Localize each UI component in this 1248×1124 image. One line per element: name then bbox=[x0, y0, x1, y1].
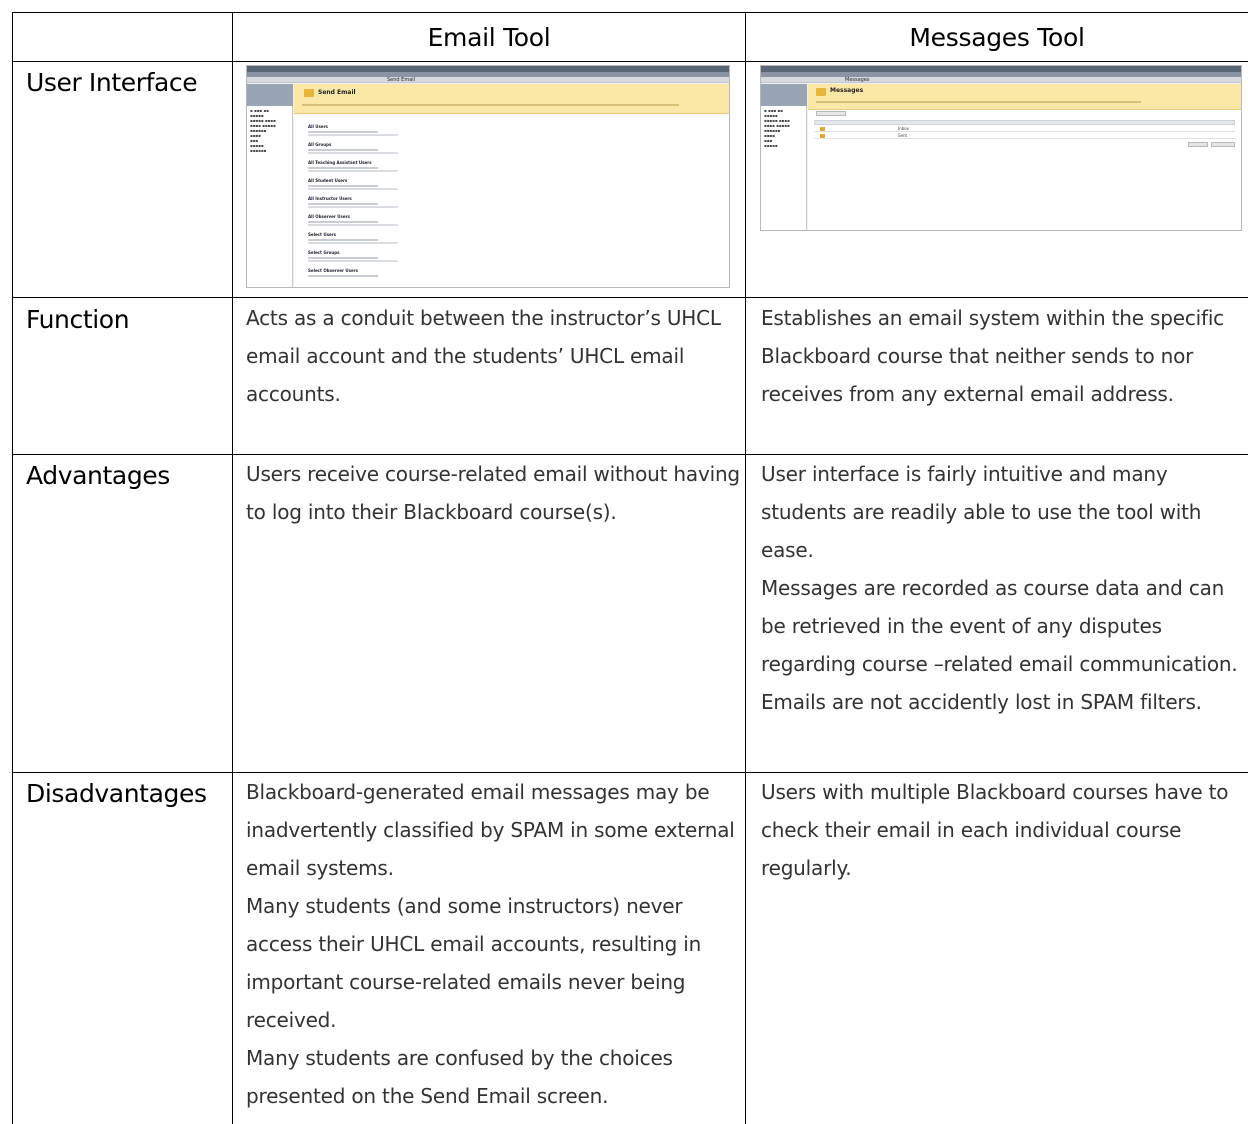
option-label: All Users bbox=[308, 124, 328, 129]
function-email-cell: Acts as a conduit between the instructor… bbox=[246, 299, 742, 453]
option-divider bbox=[308, 206, 398, 208]
header-messages-tool: Messages Tool bbox=[909, 22, 1085, 52]
screenshot-breadcrumb-bar bbox=[761, 77, 1241, 83]
disadvantages-email-text: Many students are confused by the choice… bbox=[246, 1046, 673, 1108]
advantages-messages-cell: User interface is fairly intuitive and m… bbox=[761, 455, 1246, 771]
option-divider bbox=[308, 260, 398, 262]
folder-icon bbox=[304, 89, 314, 97]
option-description bbox=[308, 257, 378, 259]
table-divider-row1 bbox=[12, 297, 1248, 298]
option-description bbox=[308, 149, 378, 151]
folder-name: Inbox bbox=[898, 126, 909, 131]
option-label: Select Groups bbox=[308, 250, 340, 255]
option-description bbox=[308, 221, 378, 223]
row-label-cell-advantages: Advantages bbox=[26, 461, 230, 501]
row-label-function: Function bbox=[26, 305, 130, 334]
row-label-cell-user-interface: User Interface bbox=[26, 68, 230, 108]
header-cell-empty bbox=[13, 13, 232, 61]
function-email-text: Acts as a conduit between the instructor… bbox=[246, 306, 721, 406]
menu-line: ▪▪▪▪▪▪ bbox=[250, 148, 267, 153]
disadvantages-messages-text: Users with multiple Blackboard courses h… bbox=[761, 780, 1229, 880]
option-label: All Instructor Users bbox=[308, 196, 352, 201]
option-divider bbox=[308, 170, 398, 172]
table-divider-col1 bbox=[232, 12, 233, 1124]
option-description bbox=[308, 167, 378, 169]
screenshot-page-instructions bbox=[302, 104, 679, 106]
screenshot-course-menu: ▪ ▪▪▪ ▪▪ ▪▪▪▪▪ ▪▪▪▪▪ ▪▪▪▪ ▪▪▪▪ ▪▪▪▪▪ ▪▪▪… bbox=[761, 84, 807, 230]
table-row: Sent bbox=[814, 133, 1235, 139]
option-divider bbox=[308, 134, 398, 136]
advantages-email-text: Users receive course-related email witho… bbox=[246, 462, 740, 524]
disadvantages-messages-cell: Users with multiple Blackboard courses h… bbox=[761, 773, 1246, 1124]
advantages-email-cell: Users receive course-related email witho… bbox=[246, 455, 742, 771]
option-description bbox=[308, 203, 378, 205]
option-description bbox=[308, 239, 378, 241]
screenshot-page-header: Send Email bbox=[294, 84, 729, 114]
advantages-messages-text: Messages are recorded as course data and… bbox=[761, 576, 1238, 676]
table-divider-header bbox=[12, 61, 1248, 62]
option-description bbox=[308, 185, 378, 187]
row-label-advantages: Advantages bbox=[26, 461, 170, 490]
screenshot-page-instructions bbox=[816, 101, 1141, 103]
screenshot-recipient-options: All Users All Groups All Teaching Assist… bbox=[308, 124, 398, 277]
row-label-cell-disadvantages: Disadvantages bbox=[26, 779, 230, 819]
option-divider bbox=[308, 224, 398, 226]
advantages-messages-text: Emails are not accidently lost in SPAM f… bbox=[761, 690, 1202, 714]
option-description bbox=[308, 131, 378, 133]
function-messages-text: Establishes an email system within the s… bbox=[761, 306, 1224, 406]
advantages-messages-text: User interface is fairly intuitive and m… bbox=[761, 462, 1202, 562]
screenshot-page-title: Send Email bbox=[318, 89, 356, 96]
folder-name: Sent bbox=[898, 133, 908, 138]
option-divider bbox=[308, 188, 398, 190]
screenshot-breadcrumb: Messages bbox=[845, 77, 870, 83]
option-label: Select Observer Users bbox=[308, 268, 359, 273]
create-message-button bbox=[816, 111, 846, 116]
option-label: All Groups bbox=[308, 142, 332, 147]
screenshot-paging-button bbox=[1188, 142, 1208, 147]
option-label: All Observer Users bbox=[308, 214, 350, 219]
table-border-left bbox=[12, 12, 13, 1124]
folder-icon bbox=[820, 127, 825, 131]
header-cell-email-tool: Email Tool bbox=[233, 13, 745, 61]
folder-icon bbox=[816, 88, 826, 96]
function-messages-cell: Establishes an email system within the s… bbox=[761, 299, 1246, 453]
row-label-user-interface: User Interface bbox=[26, 68, 198, 97]
screenshot-main: Messages Inbox Sent bbox=[808, 84, 1241, 230]
table-divider-col2 bbox=[745, 12, 746, 1124]
screenshot-course-menu-header bbox=[761, 84, 807, 106]
option-label: All Student Users bbox=[308, 178, 348, 183]
messages-tool-screenshot: Messages ▪ ▪▪▪ ▪▪ ▪▪▪▪▪ ▪▪▪▪▪ ▪▪▪▪ ▪▪▪▪ … bbox=[760, 65, 1242, 231]
header-email-tool: Email Tool bbox=[427, 22, 551, 52]
option-description bbox=[308, 275, 378, 277]
menu-line: ▪▪▪▪▪ bbox=[764, 143, 778, 148]
row-label-cell-function: Function bbox=[26, 305, 230, 345]
screenshot-course-menu: ▪ ▪▪▪ ▪▪ ▪▪▪▪▪ ▪▪▪▪▪ ▪▪▪▪ ▪▪▪▪ ▪▪▪▪▪ ▪▪▪… bbox=[247, 84, 293, 287]
screenshot-folder-table-header bbox=[814, 120, 1235, 125]
option-label: Select Users bbox=[308, 232, 337, 237]
header-cell-messages-tool: Messages Tool bbox=[746, 13, 1248, 61]
option-divider bbox=[308, 242, 398, 244]
screenshot-page-title: Messages bbox=[830, 87, 864, 94]
screenshot-course-menu-header bbox=[247, 84, 293, 106]
folder-icon bbox=[820, 134, 825, 138]
screenshot-breadcrumb: Send Email bbox=[387, 77, 416, 83]
screenshot-page-header: Messages bbox=[808, 84, 1241, 110]
disadvantages-email-text: Blackboard-generated email messages may … bbox=[246, 780, 735, 880]
table-row: Inbox bbox=[814, 126, 1235, 132]
disadvantages-email-cell: Blackboard-generated email messages may … bbox=[246, 773, 742, 1124]
screenshot-paging-button bbox=[1211, 142, 1235, 147]
screenshot-main: Send Email All Users All Groups All Teac… bbox=[294, 84, 729, 287]
option-divider bbox=[308, 152, 398, 154]
disadvantages-email-text: Many students (and some instructors) nev… bbox=[246, 894, 702, 1032]
email-tool-screenshot: Send Email ▪ ▪▪▪ ▪▪ ▪▪▪▪▪ ▪▪▪▪▪ ▪▪▪▪ ▪▪▪… bbox=[246, 65, 730, 288]
screenshot-breadcrumb-bar bbox=[247, 77, 729, 83]
option-label: All Teaching Assistant Users bbox=[308, 160, 372, 165]
row-label-disadvantages: Disadvantages bbox=[26, 779, 207, 808]
